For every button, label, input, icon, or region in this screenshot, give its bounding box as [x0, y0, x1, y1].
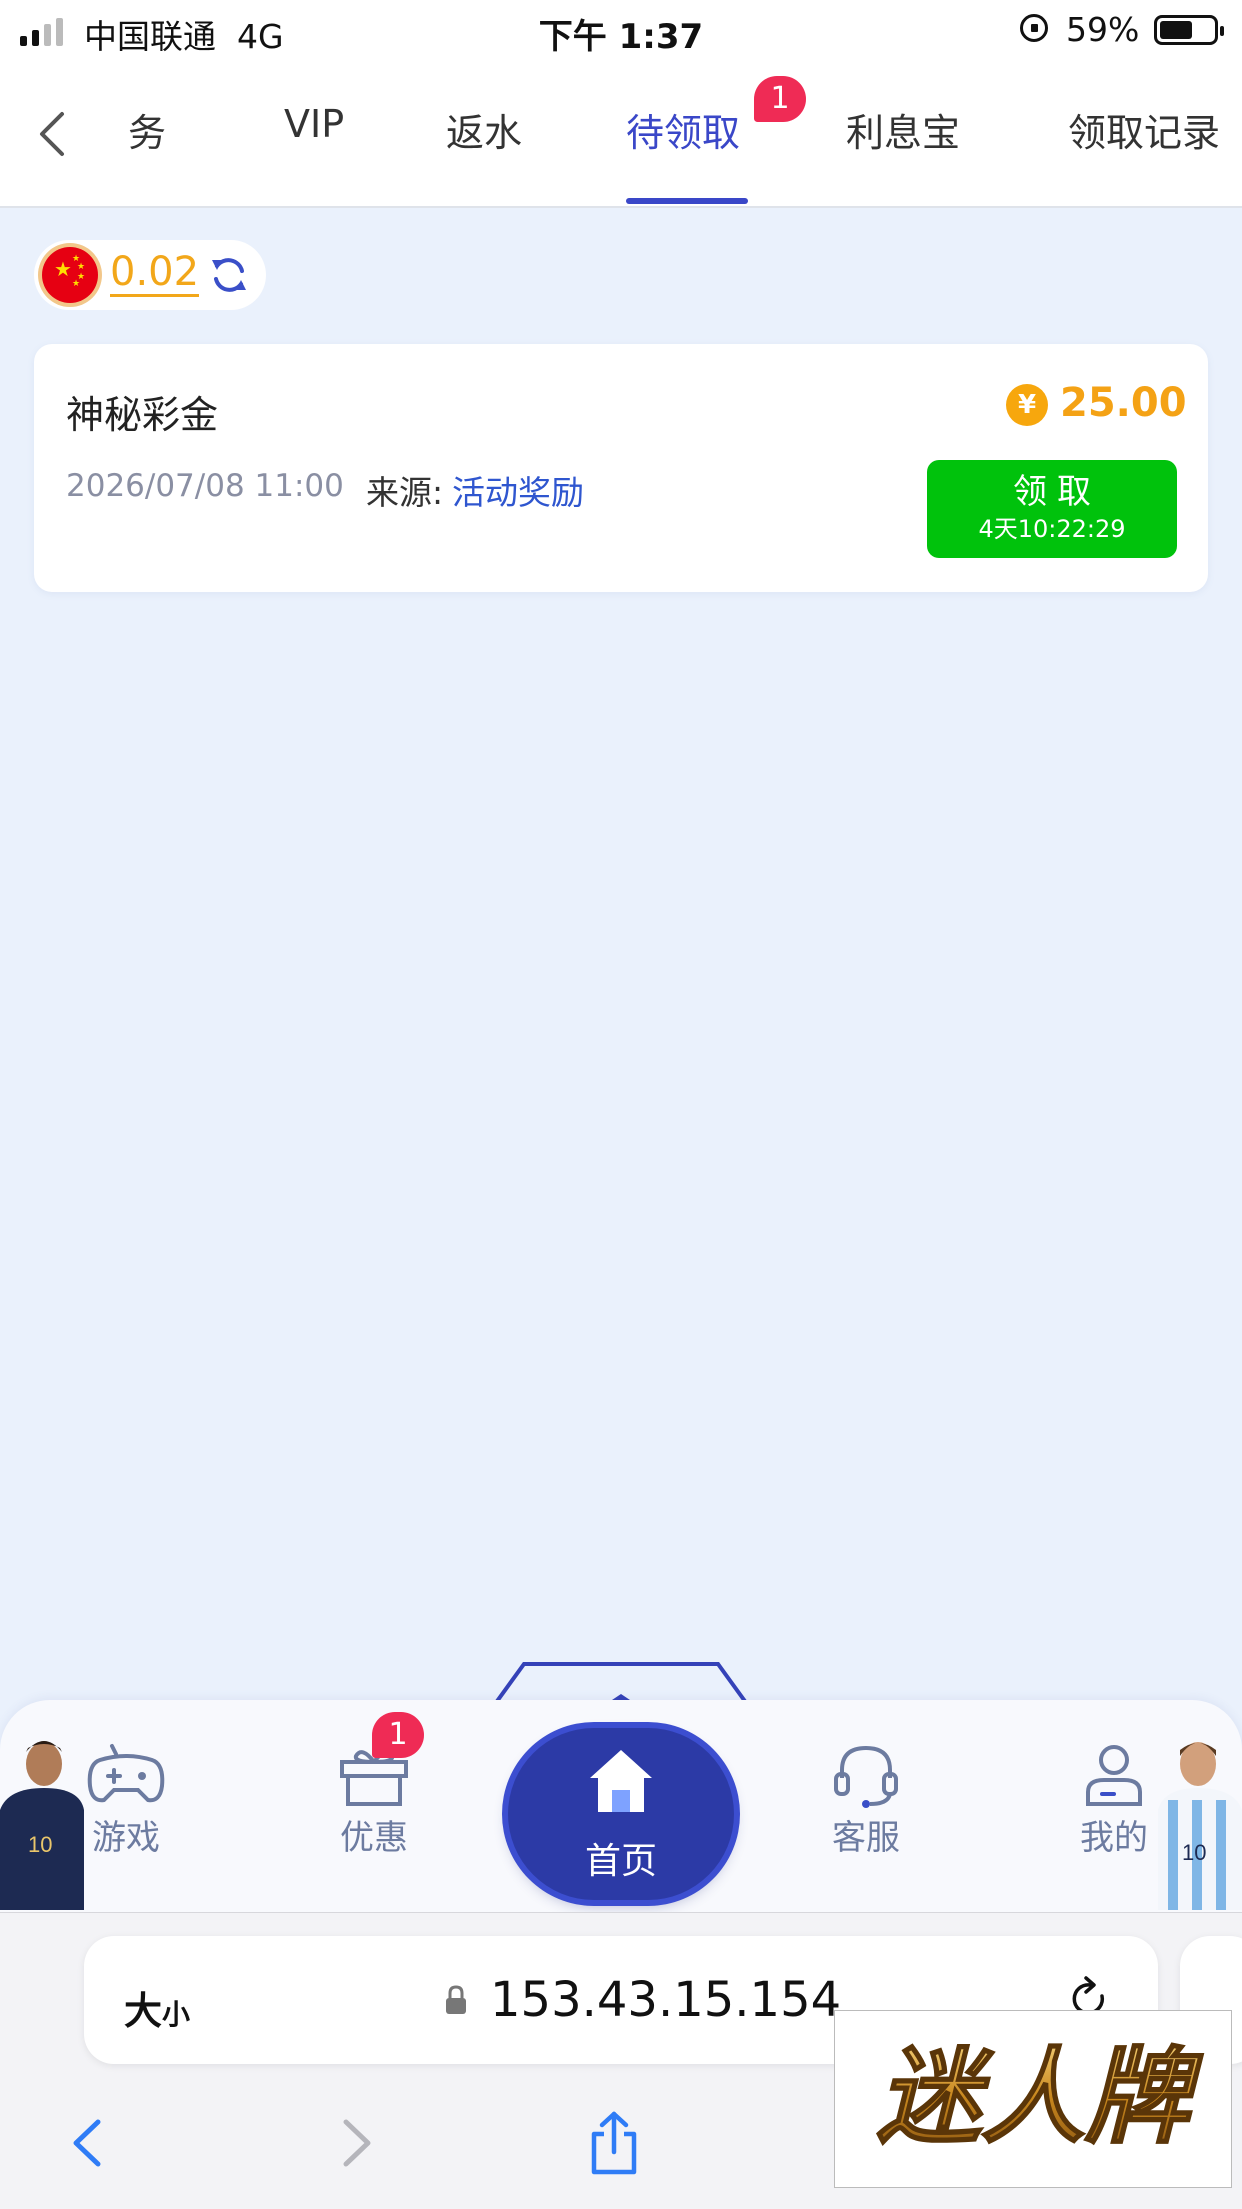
watermark-logo: 迷人牌 — [834, 2010, 1232, 2188]
browser-forward-button[interactable] — [326, 2110, 386, 2176]
nav-games-label: 游戏 — [92, 1818, 160, 1858]
china-flag-icon: ★ ★ ★ ★ ★ — [42, 247, 98, 303]
tab-claim-history[interactable]: 领取记录 — [1068, 102, 1220, 157]
nav-customer-service[interactable]: 客服 — [806, 1742, 926, 1859]
nav-home-label: 首页 — [584, 1841, 657, 1882]
tab-interest-treasure[interactable]: 利息宝 — [846, 102, 960, 157]
rotation-lock-icon — [1020, 14, 1048, 42]
nav-my-account[interactable]: 我的 — [1054, 1742, 1174, 1859]
active-tab-indicator — [626, 198, 748, 204]
home-icon — [590, 1750, 652, 1812]
browser-back-button[interactable] — [58, 2110, 118, 2176]
reward-amount: 25.00 — [1060, 380, 1187, 426]
gamepad-icon — [87, 1744, 165, 1803]
user-icon — [1086, 1745, 1142, 1806]
balance-pill: ★ ★ ★ ★ ★ 0.02 — [34, 240, 266, 310]
svg-text:10: 10 — [1182, 1840, 1206, 1865]
nav-games[interactable]: 游戏 — [66, 1742, 186, 1859]
watermark-logo-image: 迷人牌 — [876, 2035, 1205, 2159]
claim-button[interactable]: 领取 4天10:22:29 — [927, 460, 1177, 558]
reward-date: 2026/07/08 11:00 — [66, 468, 344, 504]
nav-home[interactable]: 首页 — [508, 1728, 734, 1900]
claim-label: 领取 — [1013, 472, 1101, 512]
status-bar: 中国联通 4G 下午 1:37 59% — [0, 0, 1242, 62]
reward-source-value[interactable]: 活动奖励 — [452, 466, 584, 514]
pending-claim-badge: 1 — [754, 76, 806, 122]
reward-card: 神秘彩金 ¥ 25.00 2026/07/08 11:00 来源: 活动奖励 领… — [34, 344, 1208, 592]
url-text: 153.43.15.154 — [490, 1972, 842, 2028]
nav-promotions-label: 优惠 — [340, 1818, 408, 1858]
share-icon[interactable] — [584, 2110, 644, 2176]
battery-icon — [1154, 15, 1224, 45]
nav-my-account-label: 我的 — [1080, 1818, 1148, 1858]
tab-tasks[interactable]: 务 — [128, 102, 166, 157]
reward-source-label: 来源: — [366, 473, 444, 512]
nav-promotions[interactable]: 优惠 — [314, 1742, 434, 1859]
headset-icon — [834, 1745, 898, 1808]
watermark-text: 迷人牌 — [877, 2036, 1204, 2158]
promotions-badge: 1 — [372, 1712, 424, 1758]
tab-header: 务 VIP 返水 待领取 1 利息宝 领取记录 — [0, 62, 1242, 208]
lock-icon — [446, 1985, 466, 2014]
tab-pending-claim[interactable]: 待领取 — [626, 102, 740, 157]
text-size-button[interactable]: 大小 — [124, 1980, 190, 2035]
chevron-left-icon — [40, 112, 64, 156]
reward-title: 神秘彩金 — [66, 393, 219, 437]
tab-rebate[interactable]: 返水 — [446, 102, 522, 157]
refresh-icon[interactable] — [208, 254, 250, 296]
yuan-coin-icon: ¥ — [1006, 384, 1048, 426]
battery-percent: 59% — [1066, 10, 1140, 49]
clock: 下午 1:37 — [538, 17, 704, 57]
tab-vip[interactable]: VIP — [284, 102, 344, 146]
svg-text:10: 10 — [28, 1832, 52, 1857]
claim-countdown: 4天10:22:29 — [978, 515, 1126, 543]
back-button[interactable] — [30, 104, 74, 164]
balance-value[interactable]: 0.02 — [110, 250, 200, 297]
nav-customer-service-label: 客服 — [832, 1818, 900, 1858]
